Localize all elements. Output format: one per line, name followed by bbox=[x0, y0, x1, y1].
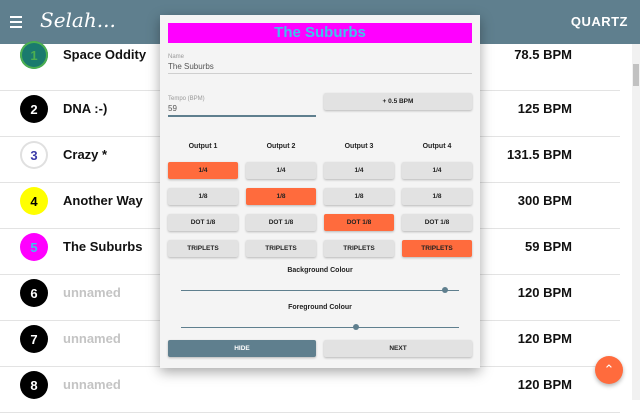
foreground-colour-slider-thumb[interactable] bbox=[353, 324, 360, 330]
output-2-option-button[interactable]: 1/4 bbox=[246, 162, 316, 179]
song-number-badge: 6 bbox=[20, 279, 48, 307]
menu-icon[interactable] bbox=[10, 16, 22, 28]
song-bpm: 78.5 BPM bbox=[514, 47, 572, 62]
output-3-header: Output 3 bbox=[344, 143, 374, 150]
song-name: unnamed bbox=[63, 331, 121, 346]
output-2-option-button[interactable]: 1/8 bbox=[246, 188, 316, 205]
output-4-header: Output 4 bbox=[422, 143, 452, 150]
output-3-option-button[interactable]: 1/4 bbox=[324, 162, 394, 179]
name-field-underline bbox=[168, 73, 472, 74]
output-3-option-button[interactable]: 1/8 bbox=[324, 188, 394, 205]
song-name: DNA :-) bbox=[63, 101, 108, 116]
song-bpm: 125 BPM bbox=[517, 101, 572, 116]
song-edit-dialog: The Suburbs Name The Suburbs Tempo (BPM)… bbox=[160, 15, 480, 368]
song-number-badge: 7 bbox=[20, 325, 48, 353]
output-4-option-button[interactable]: TRIPLETS bbox=[402, 240, 472, 257]
scrollbar[interactable] bbox=[632, 44, 640, 400]
scroll-up-button[interactable]: ⌃ bbox=[595, 356, 623, 384]
background-colour-slider[interactable] bbox=[181, 290, 459, 291]
song-number-badge: 8 bbox=[20, 371, 48, 399]
output-1-option-button[interactable]: TRIPLETS bbox=[168, 240, 238, 257]
song-number-badge: 2 bbox=[20, 95, 48, 123]
output-1-option-button[interactable]: DOT 1/8 bbox=[168, 214, 238, 231]
output-1-option-button[interactable]: 1/4 bbox=[168, 162, 238, 179]
output-2-header: Output 2 bbox=[266, 143, 296, 150]
tempo-field-label: Tempo (BPM) bbox=[168, 96, 205, 102]
song-number-badge: 4 bbox=[20, 187, 48, 215]
background-colour-slider-thumb[interactable] bbox=[442, 287, 449, 293]
output-4-option-button[interactable]: DOT 1/8 bbox=[402, 214, 472, 231]
increment-bpm-button[interactable]: + 0.5 BPM bbox=[324, 93, 472, 110]
output-4-option-button[interactable]: 1/4 bbox=[402, 162, 472, 179]
output-3-option-button[interactable]: DOT 1/8 bbox=[324, 214, 394, 231]
song-bpm: 120 BPM bbox=[517, 331, 572, 346]
song-name: The Suburbs bbox=[63, 239, 143, 254]
dialog-title: The Suburbs bbox=[168, 23, 472, 43]
name-field[interactable]: The Suburbs bbox=[168, 62, 214, 71]
output-1-header: Output 1 bbox=[188, 143, 218, 150]
song-bpm: 120 BPM bbox=[517, 285, 572, 300]
song-bpm: 120 BPM bbox=[517, 377, 572, 392]
song-name: Crazy * bbox=[63, 147, 108, 162]
tempo-field[interactable]: 59 bbox=[168, 104, 177, 113]
quartz-label[interactable]: QUARTZ bbox=[571, 14, 628, 29]
output-2-option-button[interactable]: TRIPLETS bbox=[246, 240, 316, 257]
name-field-label: Name bbox=[168, 54, 185, 60]
output-2-option-button[interactable]: DOT 1/8 bbox=[246, 214, 316, 231]
foreground-colour-slider[interactable] bbox=[181, 327, 459, 328]
output-4-option-button[interactable]: 1/8 bbox=[402, 188, 472, 205]
next-button[interactable]: NEXT bbox=[324, 340, 472, 357]
song-bpm: 131.5 BPM bbox=[506, 147, 572, 162]
song-bpm: 300 BPM bbox=[517, 193, 572, 208]
chevron-up-icon: ⌃ bbox=[603, 362, 615, 377]
song-bpm: 59 BPM bbox=[525, 239, 572, 254]
song-name: Another Way bbox=[63, 193, 143, 208]
song-name: unnamed bbox=[63, 377, 121, 392]
tempo-field-underline bbox=[168, 115, 316, 117]
song-row[interactable]: 8 unnamed 120 BPM bbox=[0, 366, 620, 413]
song-number-badge: 3 bbox=[20, 141, 48, 169]
song-number-badge: 1 bbox=[20, 41, 48, 69]
background-colour-label: Background Colour bbox=[287, 267, 353, 274]
output-3-option-button[interactable]: TRIPLETS bbox=[324, 240, 394, 257]
song-name: unnamed bbox=[63, 285, 121, 300]
song-name: Space Oddity bbox=[63, 47, 147, 62]
app-title: Selah... bbox=[40, 8, 116, 32]
scrollbar-thumb[interactable] bbox=[633, 64, 639, 86]
foreground-colour-label: Foreground Colour bbox=[288, 304, 352, 311]
output-1-option-button[interactable]: 1/8 bbox=[168, 188, 238, 205]
song-number-badge: 5 bbox=[20, 233, 48, 261]
hide-button[interactable]: HIDE bbox=[168, 340, 316, 357]
